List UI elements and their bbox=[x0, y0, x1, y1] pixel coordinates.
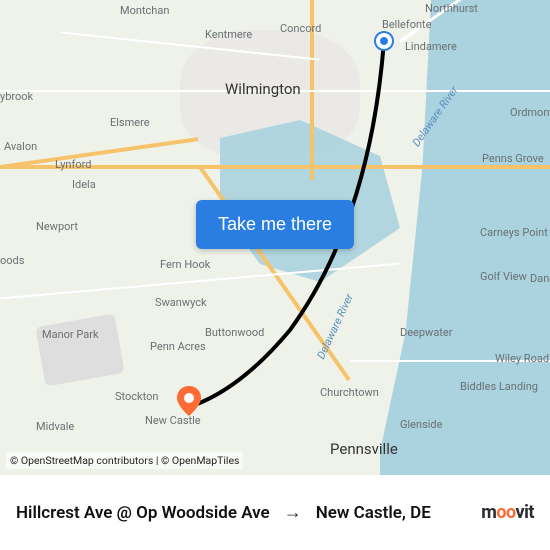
marsh bbox=[430, 430, 530, 470]
logo-part: m bbox=[481, 502, 496, 523]
footer-bar: Hillcrest Ave @ Op Woodside Ave → New Ca… bbox=[0, 475, 550, 550]
logo-part: vit bbox=[516, 502, 534, 523]
origin-marker[interactable] bbox=[376, 33, 392, 49]
highway bbox=[0, 165, 550, 169]
destination-pin[interactable] bbox=[177, 386, 201, 410]
origin-text: Hillcrest Ave @ Op Woodside Ave bbox=[16, 503, 270, 523]
map[interactable]: Wilmington Montchan Kentmere Concord Bel… bbox=[0, 0, 550, 475]
destination-text: New Castle, DE bbox=[316, 503, 431, 523]
moovit-logo: moovit bbox=[481, 502, 534, 523]
route-summary: Hillcrest Ave @ Op Woodside Ave → New Ca… bbox=[16, 502, 431, 523]
arrow-right-icon: → bbox=[284, 502, 302, 523]
map-pin-icon bbox=[177, 386, 201, 416]
map-attribution: © OpenStreetMap contributors | © OpenMap… bbox=[6, 452, 243, 469]
logo-part: oo bbox=[496, 502, 515, 523]
road bbox=[0, 90, 550, 92]
take-me-there-button[interactable]: Take me there bbox=[196, 200, 354, 249]
road bbox=[350, 360, 550, 362]
